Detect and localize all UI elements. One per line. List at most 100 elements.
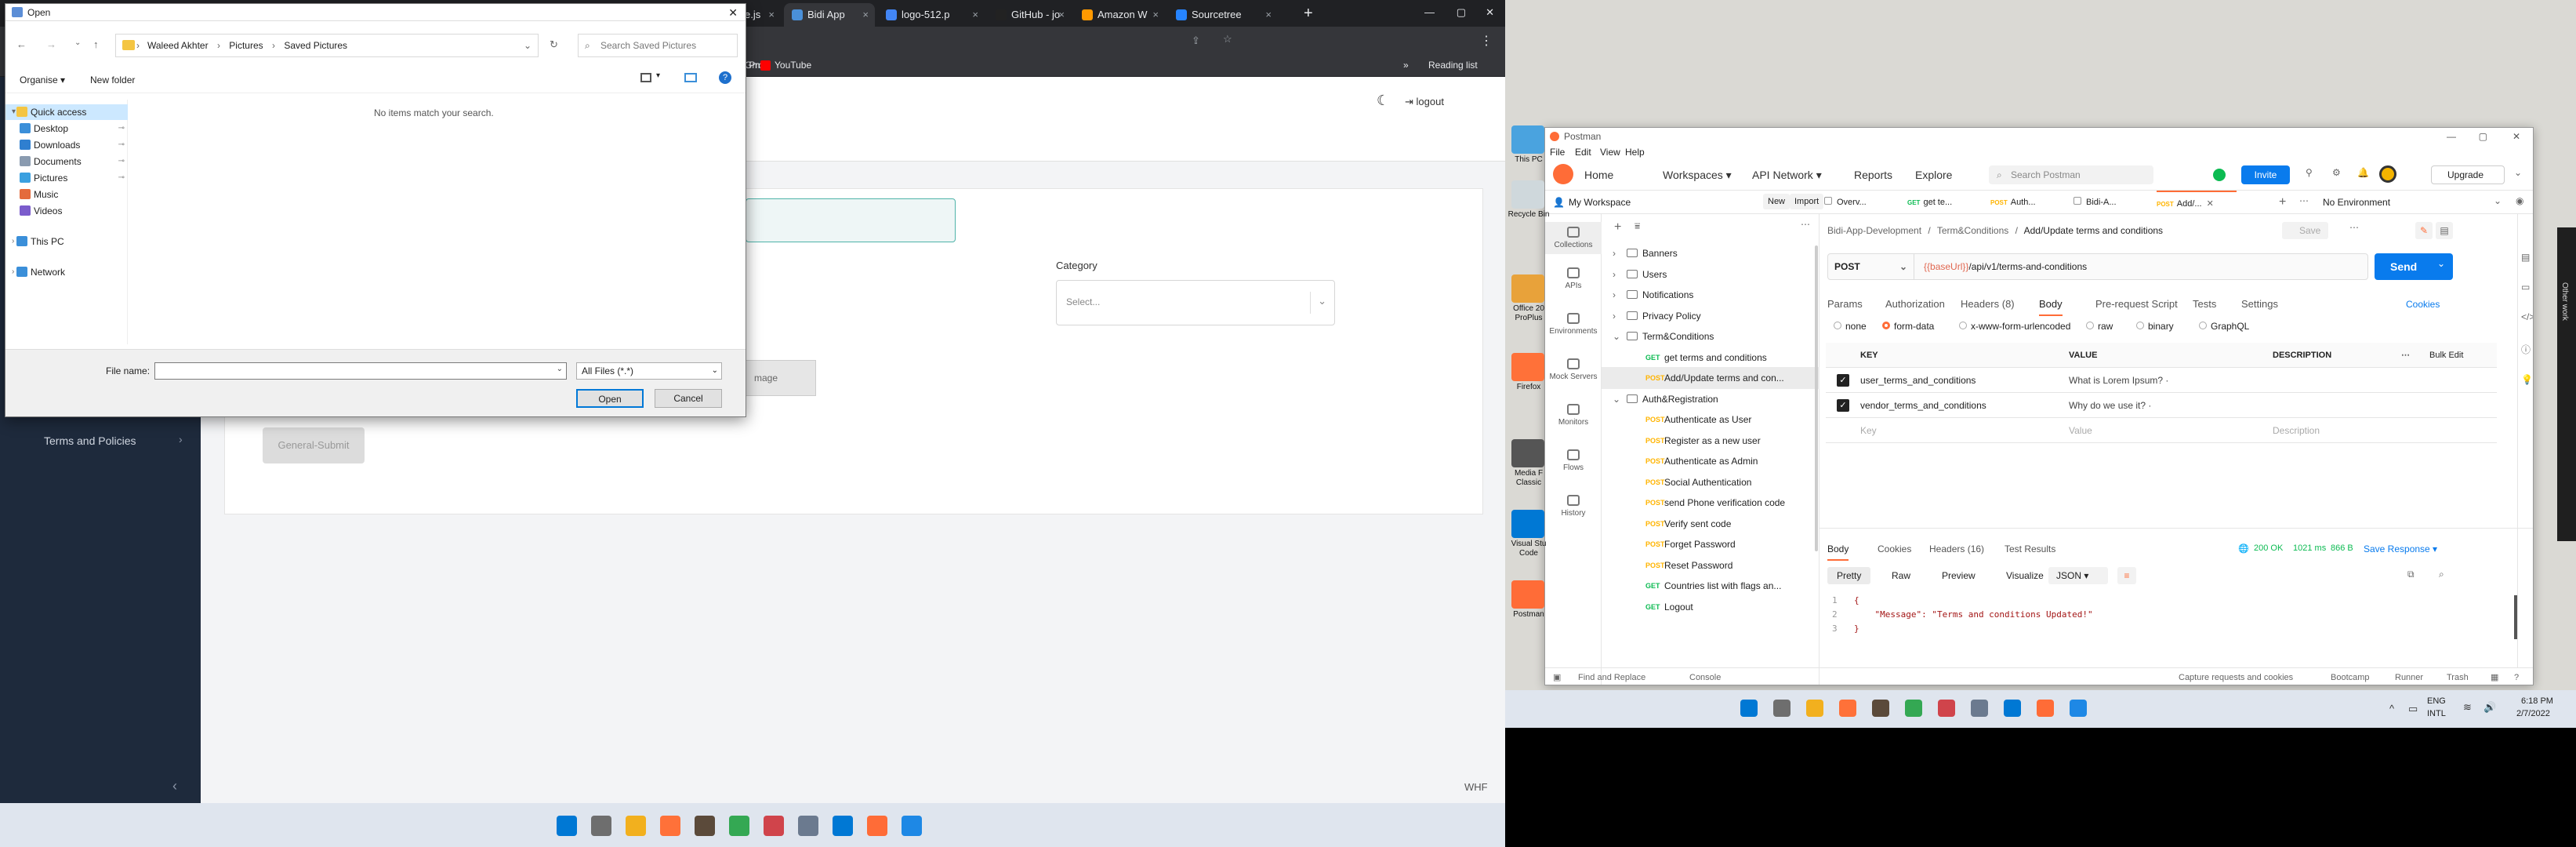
search-input[interactable]: ⌕ Search Postman	[1989, 165, 2153, 184]
more-icon[interactable]: ⋯	[2349, 222, 2359, 233]
tree-item[interactable]: › Banners	[1602, 242, 1820, 264]
body-type-option[interactable]: none	[1834, 321, 1867, 332]
close-tab-icon[interactable]: ×	[1152, 3, 1159, 27]
taskbar-app-icon[interactable]	[1806, 700, 1823, 717]
language-indicator-2[interactable]: INTL	[2427, 709, 2446, 718]
crumb-request[interactable]: Add/Update terms and conditions	[2024, 225, 2163, 236]
bookmarks-more[interactable]: »	[1403, 60, 1409, 71]
save-response-button[interactable]: Save Response ▾	[2364, 543, 2437, 554]
taskbar-app-icon[interactable]	[695, 816, 715, 836]
request-tab[interactable]: POST Auth...	[1990, 191, 2070, 214]
send-button[interactable]: Send ⌄	[2375, 253, 2453, 280]
crumb-user[interactable]: Waleed Akhter	[147, 40, 209, 51]
taskbar-app-icon[interactable]	[1971, 700, 1988, 717]
copy-icon[interactable]: ⧉	[2407, 569, 2415, 580]
close-tab-icon[interactable]: ×	[1058, 3, 1065, 27]
docs-icon[interactable]: ▤	[2436, 222, 2453, 239]
nav-item[interactable]: › Network	[5, 264, 128, 280]
lightbulb-icon[interactable]: 💡	[2521, 374, 2533, 385]
forward-icon[interactable]: →	[46, 38, 56, 50]
description-placeholder[interactable]: Description	[2273, 418, 2320, 443]
desktop-icon[interactable]	[1511, 274, 1544, 303]
nav-item[interactable]: Desktop ⊸	[5, 121, 128, 136]
taskbar-app-icon[interactable]	[764, 816, 784, 836]
up-icon[interactable]: ↑	[93, 38, 99, 50]
url-input[interactable]: {{baseUrl}}/api/v1/terms-and-conditions	[1924, 261, 2087, 272]
kv-key[interactable]: vendor_terms_and_conditions	[1860, 393, 1986, 418]
chevron-up-icon[interactable]: ^	[2389, 703, 2394, 714]
chevron-down-icon[interactable]: ⌄	[2514, 167, 2522, 178]
rail-item[interactable]: Flows	[1545, 449, 1602, 472]
tree-item[interactable]: POST Authenticate as Admin	[1602, 450, 1820, 472]
crumb-folder[interactable]: Term&Conditions	[1937, 225, 2008, 236]
desktop-icon[interactable]	[1511, 125, 1544, 154]
file-type-select[interactable]: All Files (*.*) ⌄	[576, 362, 722, 380]
wifi-icon[interactable]: ≋	[2463, 701, 2472, 714]
minimize-button[interactable]: —	[1424, 6, 1435, 18]
console-link[interactable]: Console	[1689, 668, 1721, 685]
trash-link[interactable]: Trash	[2447, 668, 2469, 685]
taskbar-app-icon[interactable]	[626, 816, 646, 836]
nav-item[interactable]: ▾ Quick access	[5, 104, 128, 120]
request-section-tab[interactable]: Settings	[2241, 293, 2278, 316]
nav-item[interactable]: Videos	[5, 203, 128, 219]
share-icon[interactable]: ⇪	[1192, 35, 1200, 47]
capture-link[interactable]: Capture requests and cookies	[2179, 668, 2293, 685]
body-type-option[interactable]: x-www-form-urlencoded	[1959, 321, 2070, 332]
taskbar-app-icon[interactable]	[1905, 700, 1922, 717]
tree-item[interactable]: GET get terms and conditions	[1602, 347, 1820, 369]
workspace-name[interactable]: My Workspace	[1569, 197, 1631, 208]
comment-icon[interactable]: ▭	[2521, 282, 2530, 293]
crumb-pictures[interactable]: Pictures	[229, 40, 263, 51]
kv-value[interactable]: What is Lorem Ipsum? ·	[2069, 368, 2168, 393]
request-section-tab[interactable]: Tests	[2193, 293, 2216, 316]
request-tab[interactable]: GET get te...	[1907, 191, 1987, 214]
taskbar-app-icon[interactable]	[660, 816, 680, 836]
taskbar-app-icon[interactable]	[902, 816, 922, 836]
expander-icon[interactable]: ▾	[12, 104, 16, 120]
request-section-tab[interactable]: Body	[2039, 293, 2063, 316]
tree-item[interactable]: ⌄ Auth&Registration	[1602, 388, 1820, 410]
help-icon[interactable]: ?	[719, 71, 731, 84]
more-icon[interactable]: ⋯	[2401, 343, 2410, 368]
menu-item[interactable]: View	[1600, 147, 1620, 158]
rail-item[interactable]: Mock Servers	[1545, 358, 1602, 381]
nav-item[interactable]: API Network ▾	[1752, 169, 1822, 182]
request-section-tab[interactable]: Authorization	[1885, 293, 1945, 316]
chevron-down-icon[interactable]: ⌄	[557, 365, 563, 373]
filter-icon[interactable]: ⩸	[1634, 220, 1640, 232]
chevron-down-icon[interactable]: ⌄	[524, 35, 532, 56]
taskbar-app-icon[interactable]	[2037, 700, 2054, 717]
recent-icon[interactable]: ⌄	[74, 38, 81, 47]
rail-item[interactable]: Environments	[1545, 313, 1602, 336]
close-tab-icon[interactable]: ×	[862, 3, 869, 27]
nav-item[interactable]: Music	[5, 187, 128, 202]
add-tab-icon[interactable]: +	[2279, 195, 2286, 209]
chrome-tab[interactable]: Amazon W ×	[1074, 3, 1165, 27]
desktop-icon[interactable]	[1511, 439, 1544, 467]
close-icon[interactable]: ✕	[728, 4, 738, 21]
nav-item[interactable]: Explore	[1915, 169, 1952, 181]
save-button[interactable]: Save	[2282, 222, 2329, 239]
minimize-button[interactable]: —	[2447, 128, 2456, 145]
maximize-button[interactable]: ▢	[2479, 128, 2487, 145]
bell-icon[interactable]: 🔔	[2357, 167, 2369, 178]
expander-icon[interactable]: ›	[1613, 305, 1616, 327]
scrollbar[interactable]	[1815, 245, 1818, 551]
tree-item[interactable]: POST send Phone verification code	[1602, 492, 1820, 514]
chrome-tab[interactable]: Bidi App ×	[784, 3, 875, 27]
side-panel-label[interactable]: Other work	[2560, 282, 2569, 321]
layout-icon[interactable]: ▦	[2491, 668, 2498, 685]
taskbar-app-icon[interactable]	[2004, 700, 2021, 717]
tree-item[interactable]: POST Forget Password	[1602, 533, 1820, 555]
more-menu-icon[interactable]: ⋮	[1480, 33, 1493, 49]
environment-select[interactable]: No Environment	[2323, 197, 2390, 208]
reading-list[interactable]: Reading list	[1428, 60, 1478, 71]
response-tab[interactable]: Cookies	[1878, 537, 1911, 561]
close-tab-icon[interactable]: ✕	[2207, 199, 2214, 209]
request-tab[interactable]: POST Add/... ✕	[2157, 191, 2237, 214]
chevron-down-icon[interactable]: ▾	[656, 71, 660, 80]
request-section-tab[interactable]: Headers (8)	[1961, 293, 2015, 316]
crumb-collection[interactable]: Bidi-App-Development	[1827, 225, 1921, 236]
collapse-sidebar-icon[interactable]: ‹	[172, 778, 177, 794]
